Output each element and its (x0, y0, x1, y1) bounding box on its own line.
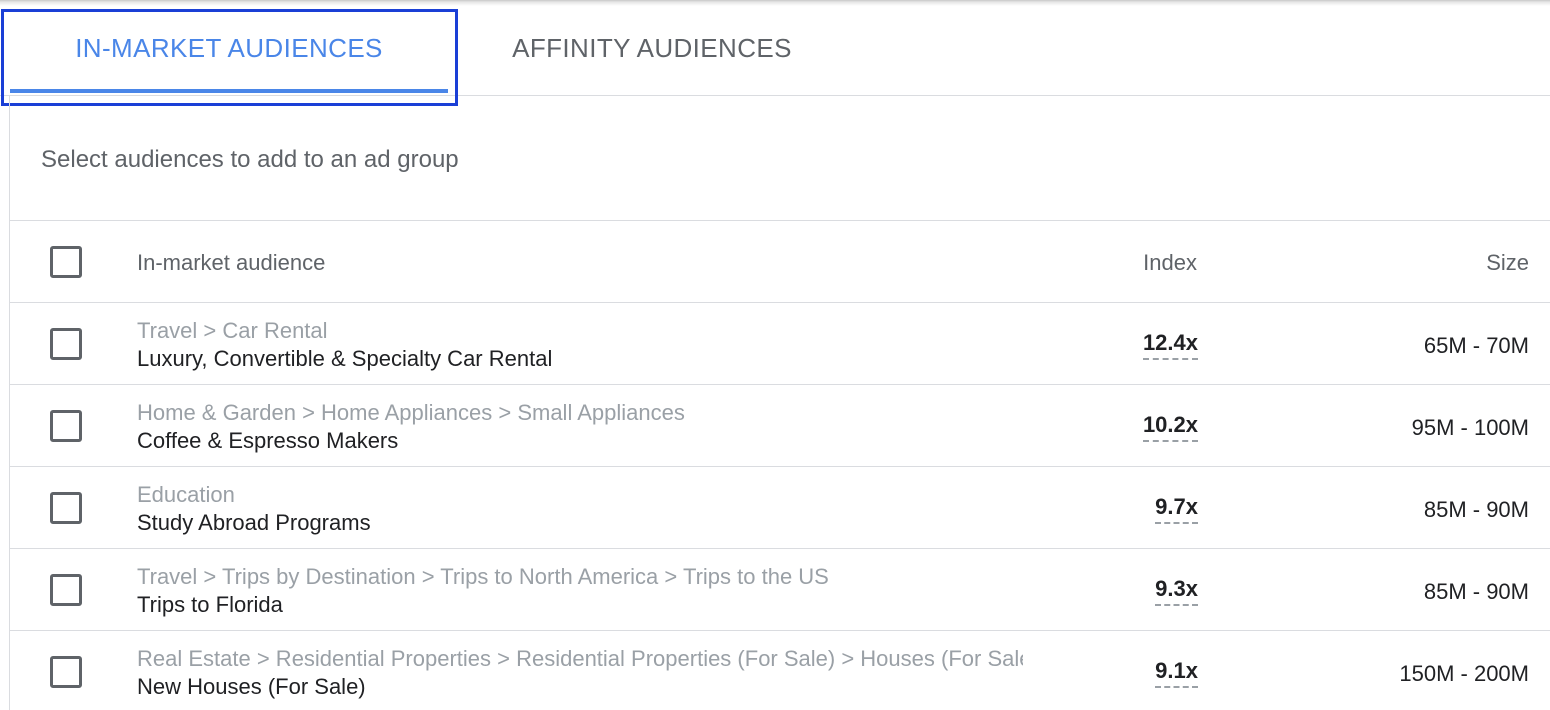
row-checkbox[interactable] (50, 410, 82, 442)
index-value[interactable]: 9.3x (1155, 576, 1198, 606)
row-checkbox[interactable] (50, 656, 82, 688)
table-row[interactable]: Travel > Car Rental Luxury, Convertible … (10, 303, 1550, 385)
category-path: Real Estate > Residential Properties > R… (137, 646, 1023, 671)
category-path: Home & Garden > Home Appliances > Small … (137, 400, 685, 425)
instruction-text: Select audiences to add to an ad group (41, 146, 459, 173)
category-path: Education (137, 482, 235, 507)
select-all-checkbox[interactable] (50, 246, 82, 278)
tab-in-market-audiences-label: IN-MARKET AUDIENCES (75, 32, 383, 63)
index-value[interactable]: 9.7x (1155, 494, 1198, 524)
size-value: 85M - 90M (1423, 579, 1529, 604)
row-checkbox[interactable] (50, 328, 82, 360)
audience-name: Study Abroad Programs (137, 510, 371, 535)
size-value: 150M - 200M (1399, 661, 1529, 686)
audience-name: Coffee & Espresso Makers (137, 428, 399, 453)
row-checkbox[interactable] (50, 574, 82, 606)
row-checkbox[interactable] (50, 492, 82, 524)
size-value: 95M - 100M (1411, 415, 1529, 440)
table-row[interactable]: Home & Garden > Home Appliances > Small … (10, 385, 1550, 467)
column-header-audience: In-market audience (137, 250, 326, 275)
table-row[interactable]: Education Study Abroad Programs 9.7x 85M… (10, 467, 1550, 549)
audience-name: Trips to Florida (137, 592, 283, 617)
audience-name: Luxury, Convertible & Specialty Car Rent… (137, 346, 553, 371)
index-value[interactable]: 9.1x (1155, 658, 1198, 688)
table-row[interactable]: Travel > Trips by Destination > Trips to… (10, 549, 1550, 631)
index-value[interactable]: 10.2x (1142, 412, 1198, 442)
tab-affinity-audiences-label: AFFINITY AUDIENCES (512, 32, 792, 63)
column-header-size: Size (1486, 250, 1529, 275)
divider (10, 220, 1550, 221)
index-value[interactable]: 12.4x (1142, 330, 1198, 360)
audience-picker: IN-MARKET AUDIENCES AFFINITY AUDIENCES S… (0, 0, 1550, 710)
table-row[interactable]: Real Estate > Residential Properties > R… (10, 631, 1550, 710)
category-path: Travel > Trips by Destination > Trips to… (137, 564, 829, 589)
active-tab-indicator (10, 89, 448, 93)
column-header-index: Index (1143, 250, 1197, 275)
tab-in-market-audiences[interactable]: IN-MARKET AUDIENCES (10, 0, 448, 96)
tab-bar: IN-MARKET AUDIENCES AFFINITY AUDIENCES (0, 0, 1550, 96)
category-path: Travel > Car Rental (137, 318, 328, 343)
size-value: 65M - 70M (1423, 333, 1529, 358)
size-value: 85M - 90M (1423, 497, 1529, 522)
audience-name: New Houses (For Sale) (137, 674, 366, 699)
tab-affinity-audiences[interactable]: AFFINITY AUDIENCES (470, 0, 834, 96)
